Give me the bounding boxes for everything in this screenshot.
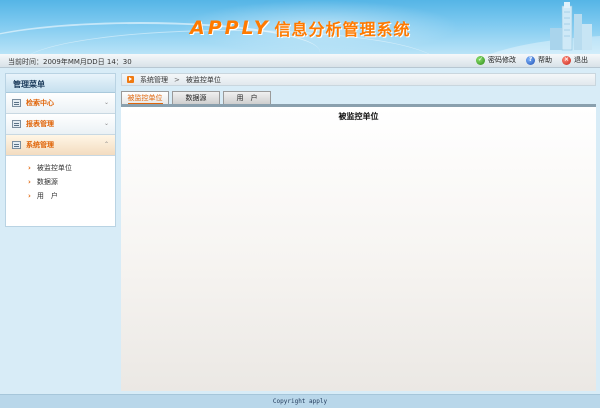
submenu-item-data-source[interactable]: › 数据源: [28, 175, 115, 189]
panel-title: 被监控单位: [338, 112, 379, 121]
building-illustration: [490, 2, 600, 54]
sidebar-item-report-management[interactable]: 报表管理 ⌄: [6, 114, 115, 135]
tab-data-source[interactable]: 数据源: [172, 91, 220, 104]
sidebar-item-system-management[interactable]: 系统管理 ⌃: [6, 135, 115, 156]
password-icon: ✓: [476, 55, 485, 65]
top-links: ✓ 密码修改 ? 帮助 × 退出: [476, 55, 588, 65]
footer: Copyright apply: [0, 394, 600, 408]
submenu-item-label: 用 户: [36, 192, 58, 200]
chevron-down-icon: ⌄: [103, 99, 109, 106]
breadcrumb-arrow-icon: [127, 76, 134, 83]
report-icon: [12, 120, 21, 128]
tab-monitored-units[interactable]: 被监控单位: [121, 91, 169, 104]
chevron-right-icon: ›: [28, 192, 31, 200]
submenu: › 被监控单位 › 数据源 › 用 户: [6, 156, 115, 203]
breadcrumb: 系统管理 > 被监控单位: [121, 73, 596, 86]
sidebar-item-search-center[interactable]: 检索中心 ⌄: [6, 93, 115, 114]
exit-label: 退出: [574, 56, 588, 64]
change-password-label: 密码修改: [488, 56, 516, 64]
logo-brand: APPLY: [190, 17, 271, 39]
change-password-link[interactable]: ✓ 密码修改: [476, 55, 516, 65]
submenu-item-label: 数据源: [36, 178, 58, 186]
sidebar-item-label: 系统管理: [26, 141, 54, 149]
tab-bar: 被监控单位 数据源 用 户: [121, 91, 274, 105]
content-panel: 被监控单位: [121, 107, 596, 391]
tab-label: 数据源: [185, 94, 207, 102]
help-link[interactable]: ? 帮助: [526, 55, 552, 65]
help-icon: ?: [526, 55, 535, 65]
exit-icon: ×: [562, 55, 571, 65]
submenu-item-users[interactable]: › 用 户: [28, 189, 115, 203]
main-content: 系统管理 > 被监控单位 被监控单位 数据源 用 户 被监控单位: [121, 73, 596, 391]
tab-label: 被监控单位: [127, 93, 163, 104]
system-icon: [12, 141, 21, 149]
time-value: 2009年MM月DD日 14：30: [43, 58, 132, 66]
sidebar-item-label: 报表管理: [26, 120, 54, 128]
chevron-right-icon: ›: [28, 178, 31, 186]
app-title: 信息分析管理系统: [274, 20, 411, 39]
app-logo: APPLY 信息分析管理系统: [190, 17, 410, 39]
help-label: 帮助: [538, 56, 552, 64]
sidebar: 管理菜单 检索中心 ⌄ 报表管理 ⌄ 系统管理 ⌃ › 被监控单位 › 数据源 …: [5, 73, 116, 227]
breadcrumb-item[interactable]: 系统管理: [140, 75, 168, 85]
current-time: 当前时间：2009年MM月DD日 14：30: [8, 57, 132, 67]
sidebar-title: 管理菜单: [6, 74, 115, 93]
tab-users[interactable]: 用 户: [223, 91, 271, 104]
search-center-icon: [12, 99, 21, 107]
tab-label: 用 户: [236, 94, 258, 102]
submenu-item-label: 被监控单位: [36, 164, 72, 172]
breadcrumb-separator: >: [174, 75, 180, 84]
time-label: 当前时间：: [8, 58, 43, 66]
submenu-item-monitored-units[interactable]: › 被监控单位: [28, 161, 115, 175]
chevron-up-icon: ⌃: [103, 141, 109, 148]
breadcrumb-item-current: 被监控单位: [185, 75, 221, 84]
exit-link[interactable]: × 退出: [562, 55, 588, 65]
header-banner: APPLY 信息分析管理系统: [0, 0, 600, 54]
status-bar: 当前时间：2009年MM月DD日 14：30 ✓ 密码修改 ? 帮助 × 退出: [0, 54, 600, 68]
chevron-down-icon: ⌄: [103, 120, 109, 127]
sidebar-item-label: 检索中心: [26, 99, 54, 107]
chevron-right-icon: ›: [28, 164, 31, 172]
